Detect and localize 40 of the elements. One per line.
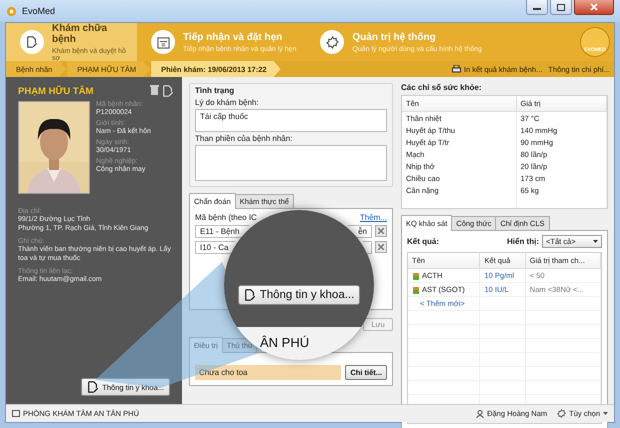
delete-button[interactable] (375, 225, 387, 237)
close-icon (378, 228, 384, 234)
diagnosis-field[interactable]: E11 - Bệnh (195, 225, 249, 238)
document-edit-icon (87, 381, 100, 393)
reason-field[interactable]: Tái cấp thuốc (195, 109, 387, 132)
clinic-name: ÂN PHÚ (260, 335, 310, 350)
calendar-icon (156, 36, 170, 48)
field-label: Lý do khám bệnh: (195, 98, 260, 107)
field-label: Hiển thị: (507, 237, 539, 246)
document-edit-icon (26, 36, 38, 48)
edit-icon (162, 85, 174, 97)
section-title: Các chỉ số sức khỏe: (401, 83, 482, 92)
window-title: EvoMed (22, 6, 56, 16)
dropdown-arrow-icon (603, 412, 608, 415)
gear-icon (326, 36, 339, 48)
add-link[interactable]: Thêm... (360, 213, 387, 222)
field-label: Mã bệnh (theo IC (195, 213, 257, 222)
dropdown-arrow-icon (593, 240, 598, 243)
user-icon (476, 410, 484, 418)
diagnosis-field[interactable]: I10 - Ca (195, 241, 235, 254)
document-edit-icon (244, 289, 256, 301)
gear-icon (557, 409, 566, 418)
field-label: Than phiền của bệnh nhân: (195, 134, 294, 143)
prescription-status: Chưa cho toa (195, 365, 342, 380)
printer-icon (452, 65, 461, 73)
patient-name: PHẠM HỮU TÂM (18, 86, 94, 96)
maximize-icon (557, 4, 565, 10)
minimize-button[interactable] (526, 0, 548, 15)
close-icon (590, 3, 598, 11)
complaint-field[interactable] (195, 145, 387, 181)
window-icon (12, 410, 20, 417)
app-icon (6, 6, 17, 16)
delete-icon[interactable] (150, 85, 159, 95)
group-title: Tình trạng (195, 86, 236, 95)
maximize-button[interactable] (550, 0, 572, 15)
delete-button[interactable] (375, 241, 387, 253)
close-icon (378, 244, 384, 250)
close-button[interactable] (574, 0, 614, 15)
medical-info-button[interactable]: Thông tin y khoa... (238, 285, 360, 305)
section-title: Kết quả: (407, 237, 439, 246)
